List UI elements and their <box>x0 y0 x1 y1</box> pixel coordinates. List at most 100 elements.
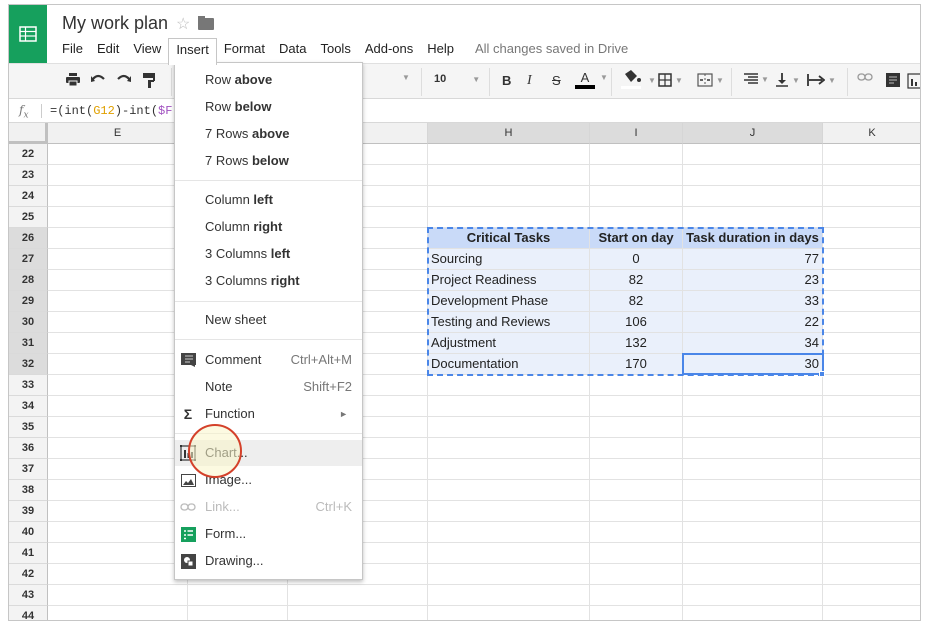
undo-icon[interactable] <box>91 73 105 83</box>
cell-h30[interactable]: Testing and Reviews <box>428 312 590 333</box>
menu-item-new-sheet[interactable]: New sheet <box>175 307 362 333</box>
cell-h39[interactable] <box>428 501 590 522</box>
row-header[interactable]: 44 <box>9 606 48 620</box>
cell-k44[interactable] <box>823 606 920 620</box>
print-icon[interactable] <box>66 73 80 86</box>
row-header[interactable]: 31 <box>9 333 48 354</box>
cell-j36[interactable] <box>683 438 823 459</box>
font-dropdown[interactable]: ▼ <box>399 73 410 82</box>
cell-k22[interactable] <box>823 144 920 165</box>
cell-h42[interactable] <box>428 564 590 585</box>
row-header[interactable]: 37 <box>9 459 48 480</box>
menu-item-7-rows-above[interactable]: 7 Rows above <box>175 121 362 147</box>
cell-h33[interactable] <box>428 375 590 396</box>
cell-h34[interactable] <box>428 396 590 417</box>
cell-i36[interactable] <box>590 438 683 459</box>
cell-j27[interactable]: 77 <box>683 249 823 270</box>
paint-format-icon[interactable] <box>143 73 155 88</box>
cell-e24[interactable] <box>48 186 188 207</box>
cell-j40[interactable] <box>683 522 823 543</box>
cell-i23[interactable] <box>590 165 683 186</box>
cell-j34[interactable] <box>683 396 823 417</box>
row-header[interactable]: 41 <box>9 543 48 564</box>
cell-e38[interactable] <box>48 480 188 501</box>
menu-item-column-left[interactable]: Column left <box>175 187 362 213</box>
cell-e31[interactable] <box>48 333 188 354</box>
menu-format[interactable]: Format <box>217 38 272 65</box>
cell-h26[interactable]: Critical Tasks <box>428 228 590 249</box>
font-size-dropdown[interactable]: 10 ▼ <box>434 73 480 85</box>
menu-item-3-columns-right[interactable]: 3 Columns right <box>175 268 362 294</box>
column-header-j[interactable]: J <box>683 123 823 144</box>
cell-h36[interactable] <box>428 438 590 459</box>
menu-data[interactable]: Data <box>272 38 313 65</box>
cell-j23[interactable] <box>683 165 823 186</box>
menu-item-drawing[interactable]: Drawing... <box>175 548 362 574</box>
cell-e43[interactable] <box>48 585 188 606</box>
cell-j43[interactable] <box>683 585 823 606</box>
cell-e42[interactable] <box>48 564 188 585</box>
cell-h31[interactable]: Adjustment <box>428 333 590 354</box>
cell-g43[interactable] <box>288 585 428 606</box>
cell-j22[interactable] <box>683 144 823 165</box>
cell-e28[interactable] <box>48 270 188 291</box>
cell-k35[interactable] <box>823 417 920 438</box>
cell-j26[interactable]: Task duration in days <box>683 228 823 249</box>
row-header[interactable]: 33 <box>9 375 48 396</box>
horizontal-align-icon[interactable]: ▼ <box>744 73 769 85</box>
menu-item-7-rows-below[interactable]: 7 Rows below <box>175 148 362 174</box>
cell-e41[interactable] <box>48 543 188 564</box>
menu-item-image[interactable]: Image... <box>175 467 362 493</box>
menu-item-3-columns-left[interactable]: 3 Columns left <box>175 241 362 267</box>
fill-handle[interactable] <box>819 371 825 377</box>
text-color-icon[interactable]: A <box>575 71 595 89</box>
sheets-logo[interactable] <box>9 5 47 63</box>
document-title[interactable]: My work plan <box>62 13 168 34</box>
row-header[interactable]: 42 <box>9 564 48 585</box>
menu-item-note[interactable]: Note Shift+F2 <box>175 374 362 400</box>
row-header[interactable]: 40 <box>9 522 48 543</box>
cell-h22[interactable] <box>428 144 590 165</box>
cell-k27[interactable] <box>823 249 920 270</box>
menu-help[interactable]: Help <box>420 38 461 65</box>
cell-k36[interactable] <box>823 438 920 459</box>
cell-k26[interactable] <box>823 228 920 249</box>
row-header[interactable]: 43 <box>9 585 48 606</box>
row-header[interactable]: 35 <box>9 417 48 438</box>
cell-k30[interactable] <box>823 312 920 333</box>
column-header-e[interactable]: E <box>48 123 188 144</box>
cell-j29[interactable]: 33 <box>683 291 823 312</box>
cell-k41[interactable] <box>823 543 920 564</box>
cell-j35[interactable] <box>683 417 823 438</box>
cell-j37[interactable] <box>683 459 823 480</box>
italic-icon[interactable]: I <box>527 73 532 89</box>
cell-h44[interactable] <box>428 606 590 620</box>
row-header[interactable]: 36 <box>9 438 48 459</box>
cell-j30[interactable]: 22 <box>683 312 823 333</box>
cell-i29[interactable]: 82 <box>590 291 683 312</box>
text-wrap-icon[interactable]: ▼ <box>807 73 836 87</box>
cell-i22[interactable] <box>590 144 683 165</box>
cell-j44[interactable] <box>683 606 823 620</box>
cell-e33[interactable] <box>48 375 188 396</box>
cell-h28[interactable]: Project Readiness <box>428 270 590 291</box>
menu-item-function[interactable]: Σ Function ► <box>175 401 362 427</box>
cell-h38[interactable] <box>428 480 590 501</box>
menu-tools[interactable]: Tools <box>313 38 357 65</box>
cell-e39[interactable] <box>48 501 188 522</box>
row-header[interactable]: 25 <box>9 207 48 228</box>
cell-i41[interactable] <box>590 543 683 564</box>
cell-j31[interactable]: 34 <box>683 333 823 354</box>
cell-i30[interactable]: 106 <box>590 312 683 333</box>
strikethrough-icon[interactable]: S <box>552 73 561 88</box>
cell-h37[interactable] <box>428 459 590 480</box>
cell-i38[interactable] <box>590 480 683 501</box>
star-icon[interactable]: ☆ <box>176 14 190 34</box>
menu-file[interactable]: File <box>55 38 90 65</box>
cell-k37[interactable] <box>823 459 920 480</box>
cell-h41[interactable] <box>428 543 590 564</box>
cell-e32[interactable] <box>48 354 188 375</box>
cell-k23[interactable] <box>823 165 920 186</box>
cell-k29[interactable] <box>823 291 920 312</box>
cell-e37[interactable] <box>48 459 188 480</box>
